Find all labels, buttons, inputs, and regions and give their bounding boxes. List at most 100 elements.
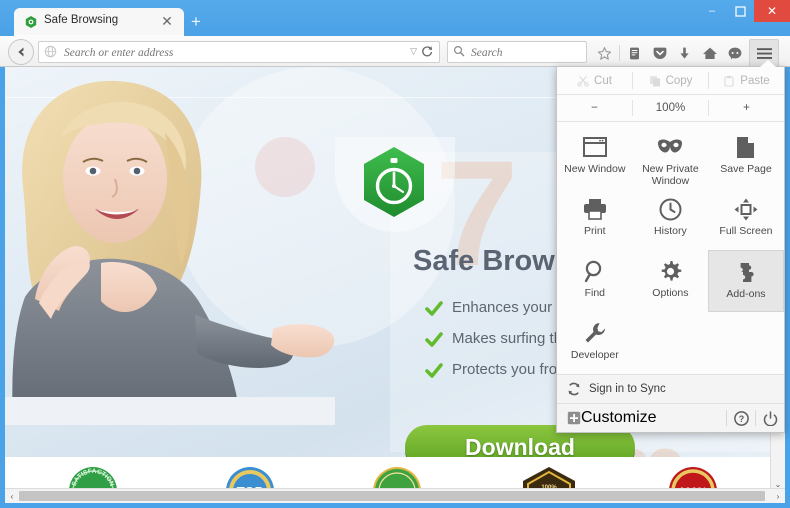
menu-item-full-screen[interactable]: Full Screen — [708, 188, 784, 250]
identity-globe-icon — [44, 45, 57, 58]
new-tab-button[interactable]: + — [186, 12, 206, 32]
horizontal-scrollbar[interactable]: ‹ › — [5, 488, 785, 503]
bookmark-star-icon[interactable] — [592, 41, 617, 65]
checkmark-icon — [425, 332, 443, 348]
copy-label: Copy — [665, 74, 693, 87]
menu-item-label: Add-ons — [726, 288, 766, 300]
svg-text:?: ? — [738, 414, 744, 424]
checkmark-icon — [425, 363, 443, 379]
customize-label[interactable]: Customize — [581, 409, 657, 427]
minimize-button[interactable]: – — [698, 0, 726, 22]
browser-tab[interactable]: Safe Browsing ✕ — [14, 8, 184, 36]
menu-item-history[interactable]: History — [633, 188, 709, 250]
printer-icon — [583, 196, 607, 222]
hero-photo — [5, 67, 335, 425]
menu-item-label: History — [654, 225, 687, 237]
menu-item-label: Save Page — [720, 163, 772, 175]
genuine-badge: 100% GENUINE — [513, 463, 585, 491]
zoom-level-label[interactable]: 100% — [633, 95, 708, 121]
clock-icon — [659, 196, 682, 222]
magnifier-icon — [584, 258, 606, 284]
mask-icon — [656, 134, 684, 160]
scroll-right-arrow-icon[interactable]: › — [772, 490, 784, 502]
menu-item-label: Developer — [570, 349, 619, 361]
window-icon — [582, 134, 607, 160]
zoom-in-button[interactable]: + — [709, 95, 784, 121]
clipboard-icon — [723, 75, 735, 87]
back-button[interactable] — [8, 39, 34, 65]
scroll-left-arrow-icon[interactable]: ‹ — [6, 490, 18, 502]
home-icon[interactable] — [697, 41, 722, 65]
tab-favicon-icon — [24, 15, 38, 29]
menu-item-label: New Private Window — [642, 163, 699, 187]
browser-window: Safe Browsing ✕ + – ✕ Search or enter ad… — [0, 0, 790, 508]
verified-badge: 100% — [663, 463, 723, 491]
menu-item-find[interactable]: Find — [557, 250, 633, 312]
menu-item-developer[interactable]: Developer — [557, 312, 633, 374]
menu-item-label: Print — [584, 225, 606, 237]
browser-menu-panel: Cut Copy Paste − 100% + New Window New P… — [556, 66, 785, 433]
gear-icon — [659, 258, 682, 284]
toolbar-icons — [592, 39, 779, 67]
menu-item-options[interactable]: Options — [633, 250, 709, 312]
menu-item-label: Full Screen — [719, 225, 773, 237]
puzzle-icon — [734, 259, 758, 285]
navigation-toolbar: ▽ — [0, 36, 790, 67]
close-button[interactable]: ✕ — [754, 0, 790, 22]
cut-button[interactable]: Cut — [557, 67, 632, 94]
maximize-button[interactable] — [726, 0, 754, 22]
sync-icon — [567, 382, 581, 396]
scissors-icon — [577, 75, 589, 87]
menu-item-label: New Window — [564, 163, 626, 175]
tab-title: Safe Browsing — [44, 14, 119, 26]
fullscreen-icon — [734, 196, 758, 222]
paste-label: Paste — [740, 74, 770, 87]
secure-badge: SECURE — [367, 463, 427, 491]
menu-grid: New Window New Private Window Save Page … — [557, 122, 784, 374]
address-input[interactable] — [62, 44, 346, 62]
edit-row: Cut Copy Paste — [557, 67, 784, 95]
top-badge: TOP — [220, 463, 280, 491]
reload-icon[interactable] — [420, 44, 434, 58]
title-bar: Safe Browsing ✕ + – ✕ — [0, 0, 790, 36]
copy-icon — [649, 75, 661, 87]
paste-button[interactable]: Paste — [709, 67, 784, 94]
menu-item-new-private-window[interactable]: New Private Window — [633, 126, 709, 188]
help-circle-icon[interactable]: ? — [727, 404, 755, 432]
zoom-row: − 100% + — [557, 95, 784, 122]
scrollbar-thumb[interactable] — [19, 491, 765, 501]
cut-label: Cut — [594, 74, 612, 87]
downloads-icon[interactable] — [672, 41, 697, 65]
window-controls: – ✕ — [698, 0, 790, 22]
safe-browsing-logo-icon — [360, 145, 428, 219]
search-bar[interactable] — [447, 41, 587, 63]
menu-bottom-bar: Customize ? — [557, 403, 784, 432]
menu-item-print[interactable]: Print — [557, 188, 633, 250]
menu-item-new-window[interactable]: New Window — [557, 126, 633, 188]
zoom-out-button[interactable]: − — [557, 95, 632, 121]
sign-in-label: Sign in to Sync — [589, 383, 666, 395]
satisfaction-badge: SATISFACTION 100% — [63, 463, 123, 491]
tab-close-icon[interactable]: ✕ — [159, 13, 175, 29]
wrench-icon — [583, 320, 606, 346]
search-input[interactable] — [469, 44, 581, 62]
plus-square-icon[interactable] — [567, 411, 581, 425]
checkmark-icon — [425, 301, 443, 317]
reader-list-icon[interactable] — [622, 41, 647, 65]
menu-item-save-page[interactable]: Save Page — [708, 126, 784, 188]
pocket-icon[interactable] — [647, 41, 672, 65]
menu-pointer — [760, 60, 776, 67]
copy-button[interactable]: Copy — [633, 67, 708, 94]
search-icon — [453, 45, 465, 57]
menu-item-label: Find — [584, 287, 606, 299]
trust-badges: SATISFACTION 100% TOP — [5, 457, 770, 491]
address-dropdown-icon[interactable]: ▽ — [410, 46, 417, 57]
sign-in-to-sync-button[interactable]: Sign in to Sync — [557, 374, 784, 403]
toolbar-separator — [619, 45, 620, 61]
menu-item-label: Options — [652, 287, 689, 299]
power-icon[interactable] — [756, 404, 784, 432]
sync-chat-icon[interactable] — [722, 41, 747, 65]
address-bar[interactable]: ▽ — [38, 41, 440, 63]
page-icon — [736, 134, 755, 160]
menu-item-add-ons[interactable]: Add-ons — [708, 250, 784, 312]
